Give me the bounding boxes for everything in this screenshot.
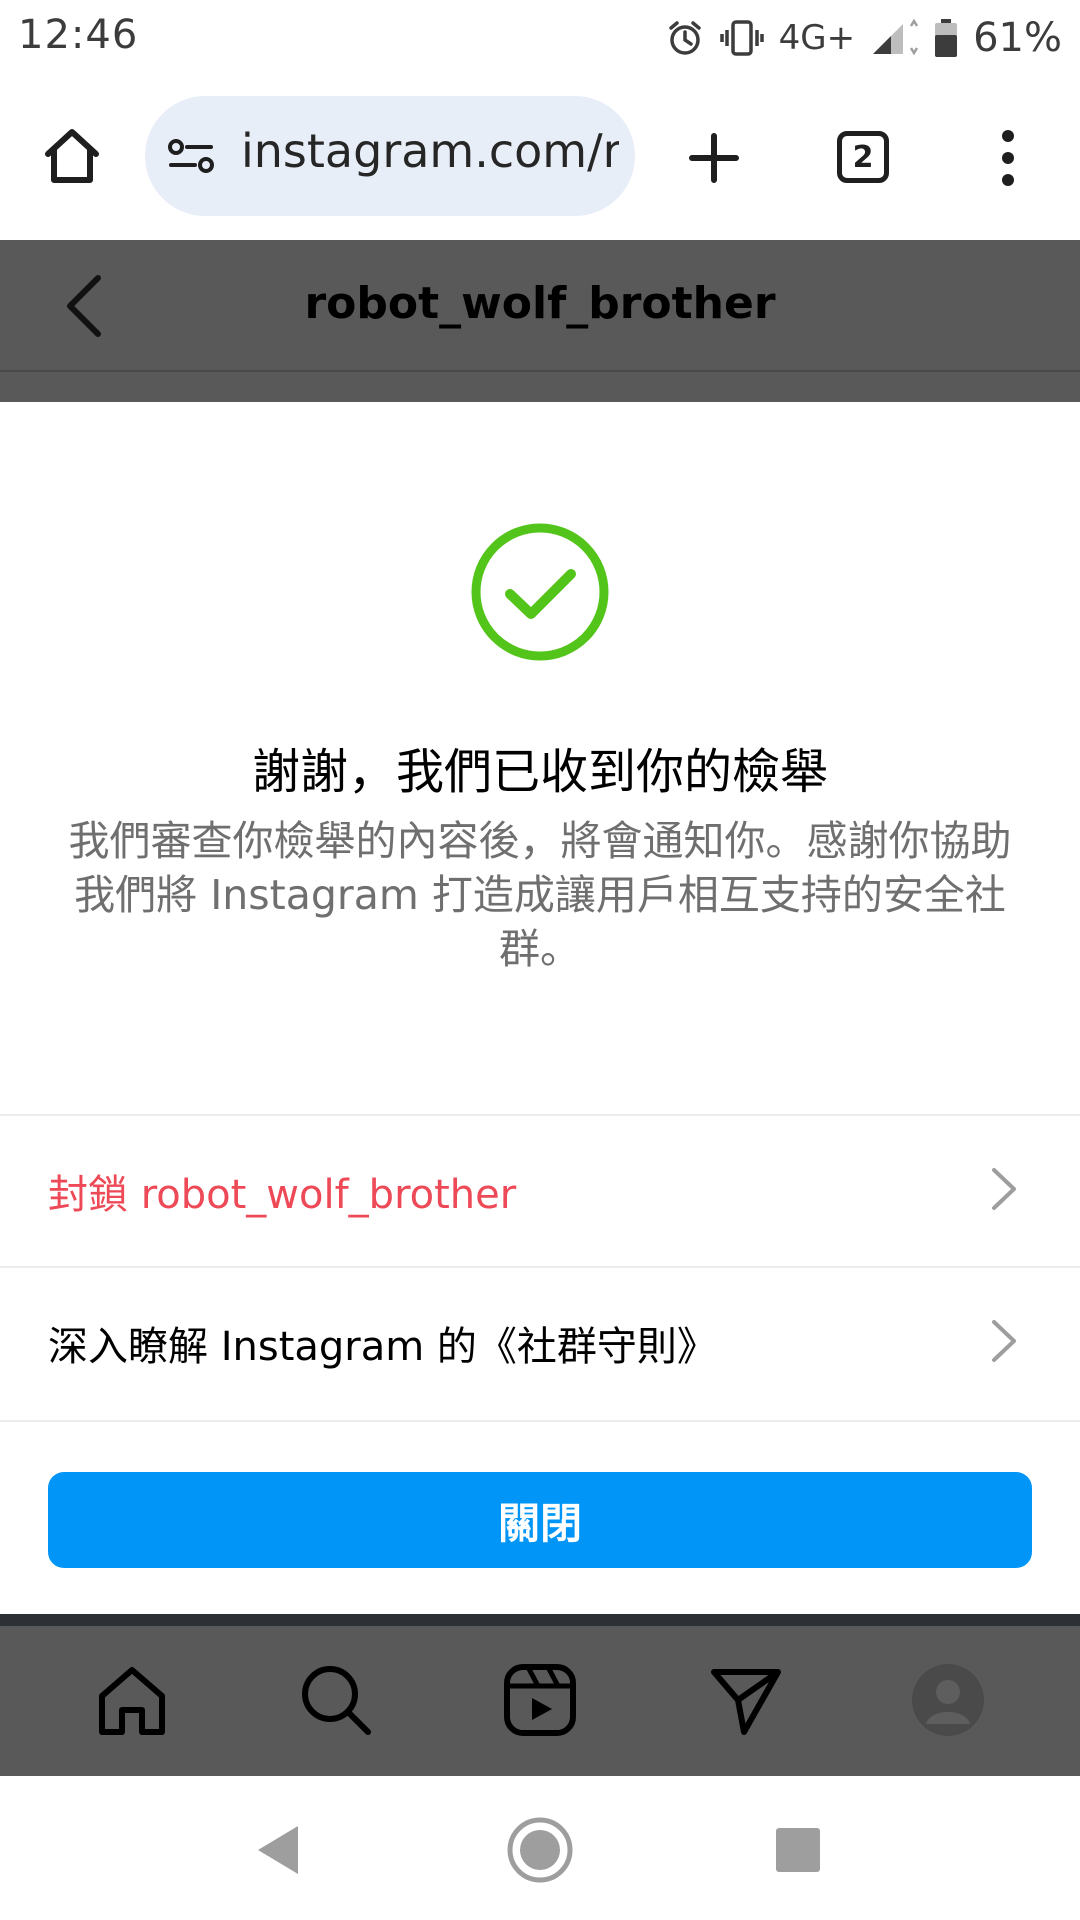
tab-switcher-button[interactable]: 2 (837, 131, 889, 183)
feed-thumbnail-strip (0, 1614, 1080, 1626)
search-icon[interactable] (298, 1662, 374, 1738)
home-icon[interactable] (42, 126, 102, 186)
battery-icon (935, 19, 958, 57)
back-icon[interactable] (254, 1824, 302, 1876)
battery-level: 61% (973, 15, 1062, 61)
divider (0, 1420, 1080, 1422)
url-text[interactable]: instagram.com/robot_wolf_brother (241, 124, 619, 178)
community-guidelines-label: 深入瞭解 Instagram 的《社群守則》 (48, 1324, 717, 1370)
browser-toolbar: instagram.com/robot_wolf_brother 2 (0, 76, 1080, 240)
vibrate-icon (719, 20, 764, 56)
block-user-label: 封鎖 robot_wolf_brother (48, 1172, 517, 1218)
report-confirmation-sheet: 謝謝，我們已收到你的檢舉 我們審查你檢舉的內容後，將會通知你。感謝你協助我們將 … (0, 402, 1080, 1614)
status-time: 12:46 (18, 12, 139, 58)
profile-avatar-icon[interactable] (910, 1662, 986, 1738)
network-type: 4G+ (778, 18, 856, 58)
reels-icon[interactable] (502, 1662, 578, 1738)
status-icons: 4G+ 61% (665, 12, 1062, 64)
chevron-right-icon (992, 1168, 1016, 1210)
chevron-right-icon (992, 1320, 1016, 1362)
close-button[interactable]: 關閉 (48, 1472, 1032, 1568)
android-navigation-bar (0, 1776, 1080, 1920)
new-tab-icon[interactable] (688, 132, 740, 184)
instagram-bottom-nav (0, 1626, 1080, 1776)
address-bar[interactable]: instagram.com/robot_wolf_brother (145, 96, 635, 216)
alarm-icon (668, 21, 701, 55)
site-settings-icon[interactable] (167, 136, 217, 176)
community-guidelines-option[interactable]: 深入瞭解 Instagram 的《社群守則》 (0, 1268, 1080, 1418)
block-user-option[interactable]: 封鎖 robot_wolf_brother (0, 1116, 1080, 1266)
confirmation-title: 謝謝，我們已收到你的檢舉 (251, 744, 828, 800)
status-bar: 12:46 4G+ 61% (0, 0, 1080, 76)
direct-message-icon[interactable] (708, 1662, 784, 1738)
checkmark-circle-icon (471, 523, 609, 661)
more-options-icon[interactable] (994, 128, 1022, 188)
signal-icon (873, 18, 919, 56)
home-icon[interactable] (94, 1662, 170, 1738)
profile-username: robot_wolf_brother (304, 278, 776, 329)
profile-header: robot_wolf_brother (0, 244, 1080, 372)
home-button-icon[interactable] (506, 1816, 574, 1884)
confirmation-description: 我們審查你檢舉的內容後，將會通知你。感謝你協助我們將 Instagram 打造成… (68, 817, 1012, 973)
recents-icon[interactable] (776, 1828, 820, 1872)
